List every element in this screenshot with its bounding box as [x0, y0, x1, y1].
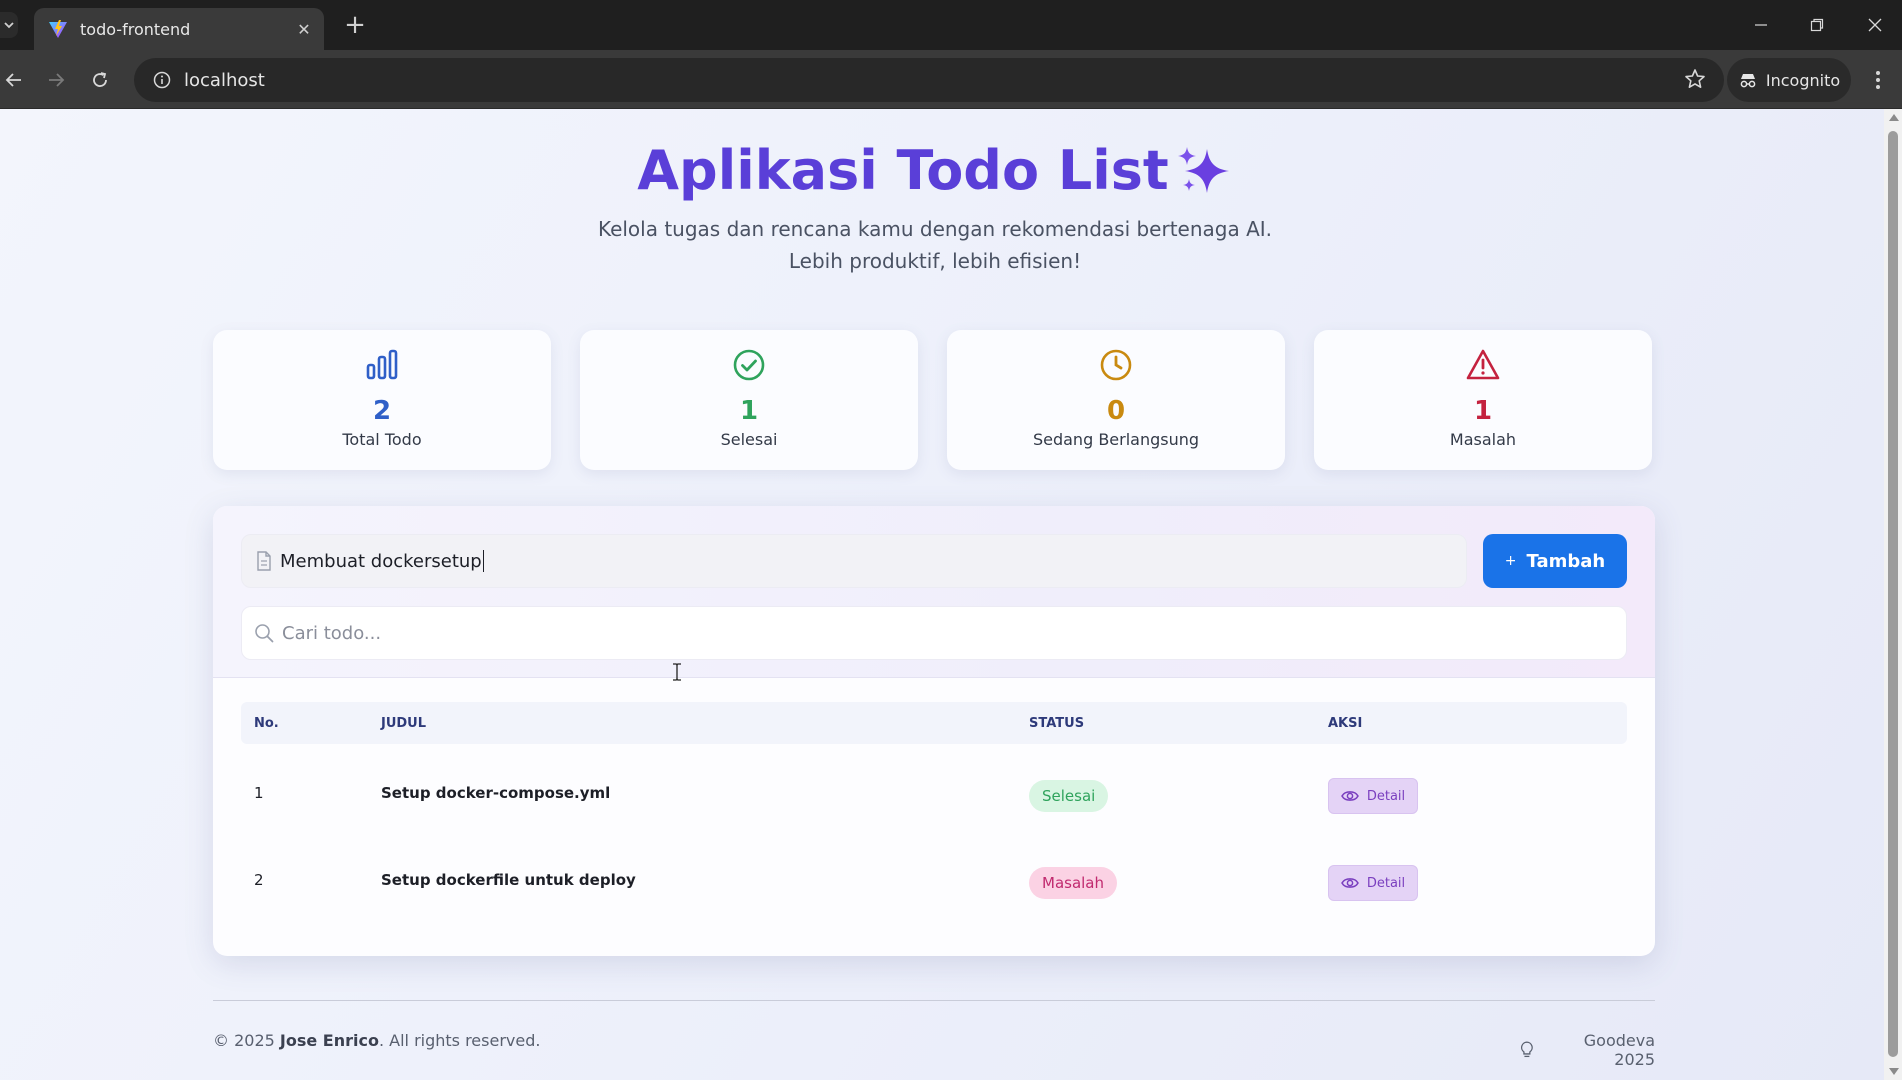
site-info-icon[interactable]: [140, 71, 184, 89]
page-subtitle: Kelola tugas dan rencana kamu dengan rek…: [597, 217, 1273, 273]
detail-button[interactable]: Detail: [1328, 778, 1418, 814]
browser-tab-bar: todo-frontend ✕ +: [0, 0, 1902, 50]
row-title: Setup dockerfile untuk deploy: [381, 871, 636, 889]
search-placeholder: Cari todo...: [282, 622, 382, 644]
scroll-down-arrow-icon[interactable]: [1889, 1068, 1899, 1075]
incognito-icon: [1740, 74, 1756, 88]
browser-toolbar: localhost Incognito: [0, 50, 1902, 109]
arrow-left-icon: [5, 73, 21, 87]
table-row: 2 Setup dockerfile untuk deploy Masalah …: [241, 845, 1627, 917]
check-circle-icon: [733, 349, 765, 381]
eye-icon: [1340, 791, 1359, 801]
new-tab-button[interactable]: +: [340, 10, 370, 40]
table-header: No. JUDUL STATUS AKSI: [241, 702, 1627, 744]
arrow-right-icon: [49, 73, 65, 87]
copyright-year: © 2025: [213, 1031, 275, 1050]
bar-chart-icon: [366, 349, 398, 380]
stat-value: 2: [372, 396, 392, 426]
scroll-up-arrow-icon[interactable]: [1889, 114, 1899, 121]
restore-icon: [1810, 18, 1824, 32]
search-icon: [255, 624, 274, 643]
close-tab-icon[interactable]: ✕: [284, 20, 324, 39]
stat-card-done: 1 Selesai: [580, 330, 918, 470]
todo-title-value: Membuat dockersetup: [280, 550, 482, 572]
footer-divider: [213, 1000, 1655, 1001]
tab-title: todo-frontend: [80, 19, 191, 39]
column-header-no: No.: [254, 716, 279, 731]
chevron-down-icon: [4, 22, 14, 29]
reload-button[interactable]: [82, 62, 118, 98]
column-header-action: AKSI: [1328, 716, 1363, 731]
browser-menu-icon[interactable]: [1866, 66, 1890, 94]
vite-logo-icon: [49, 20, 67, 38]
stat-label: Total Todo: [342, 430, 422, 449]
close-window-button[interactable]: [1846, 0, 1902, 50]
footer-brand: Goodeva 2025: [1520, 1031, 1655, 1069]
plus-icon: +: [1504, 553, 1517, 569]
stat-card-in-progress: 0 Sedang Berlangsung: [947, 330, 1285, 470]
todo-panel: Membuat dockersetup + Tambah Cari todo..…: [213, 506, 1655, 956]
restore-window-button[interactable]: [1788, 0, 1846, 50]
text-caret: [482, 550, 484, 572]
author-name: Jose Enrico: [279, 1031, 379, 1050]
status-badge: Masalah: [1029, 867, 1118, 899]
page-title: Aplikasi Todo List: [0, 139, 1870, 202]
add-todo-button[interactable]: + Tambah: [1483, 534, 1627, 588]
back-button[interactable]: [0, 62, 32, 98]
browser-tab-active[interactable]: todo-frontend ✕: [34, 8, 324, 50]
incognito-label: Incognito: [1765, 70, 1841, 90]
sparkles-icon: [1177, 147, 1229, 193]
bookmark-star-icon[interactable]: [1684, 68, 1706, 94]
stat-value: 1: [1473, 396, 1493, 426]
row-title: Setup docker-compose.yml: [381, 784, 611, 802]
tab-search-button[interactable]: [0, 12, 18, 38]
stat-label: Masalah: [1449, 430, 1517, 449]
column-header-title: JUDUL: [381, 716, 427, 731]
stat-value: 0: [1106, 396, 1126, 426]
stat-value: 1: [739, 396, 759, 426]
minimize-window-button[interactable]: [1732, 0, 1790, 50]
todo-title-input[interactable]: Membuat dockersetup: [241, 534, 1467, 588]
detail-button[interactable]: Detail: [1328, 865, 1418, 901]
status-badge: Selesai: [1029, 780, 1109, 812]
row-number: 2: [254, 871, 264, 889]
add-todo-label: Tambah: [1526, 550, 1606, 572]
text-cursor-icon: [673, 663, 681, 681]
eye-icon: [1340, 878, 1359, 888]
stat-label: Sedang Berlangsung: [1032, 430, 1200, 449]
lightbulb-icon: [1521, 1041, 1533, 1058]
brand-text: Goodeva 2025: [1583, 1031, 1655, 1069]
column-header-status: STATUS: [1029, 716, 1085, 731]
reload-icon: [93, 72, 107, 87]
minimize-icon: [1755, 24, 1767, 26]
stat-card-total: 2 Total Todo: [213, 330, 551, 470]
page-title-text: Aplikasi Todo List: [637, 139, 1169, 202]
row-number: 1: [254, 784, 264, 802]
incognito-indicator[interactable]: Incognito: [1727, 58, 1851, 102]
todo-form-area: Membuat dockersetup + Tambah Cari todo..…: [213, 506, 1655, 678]
rights-text: . All rights reserved.: [378, 1031, 541, 1050]
detail-label: Detail: [1366, 875, 1406, 891]
stat-label: Selesai: [720, 430, 778, 449]
detail-label: Detail: [1366, 788, 1406, 804]
warning-triangle-icon: [1466, 349, 1500, 380]
scrollbar-thumb[interactable]: [1888, 131, 1898, 1057]
forward-button[interactable]: [38, 62, 74, 98]
stat-card-problem: 1 Masalah: [1314, 330, 1652, 470]
footer-copyright: © 2025 Jose Enrico. All rights reserved.: [213, 1031, 540, 1050]
page-viewport: Aplikasi Todo List Kelola tugas dan renc…: [0, 109, 1884, 1080]
search-input[interactable]: Cari todo...: [241, 606, 1627, 660]
close-icon: [1868, 18, 1882, 32]
page-scrollbar[interactable]: [1884, 109, 1902, 1080]
document-icon: [257, 551, 271, 571]
clock-icon: [1100, 349, 1132, 381]
url-text: localhost: [184, 69, 265, 91]
address-bar[interactable]: localhost: [134, 58, 1724, 102]
table-row: 1 Setup docker-compose.yml Selesai Detai…: [241, 758, 1627, 830]
